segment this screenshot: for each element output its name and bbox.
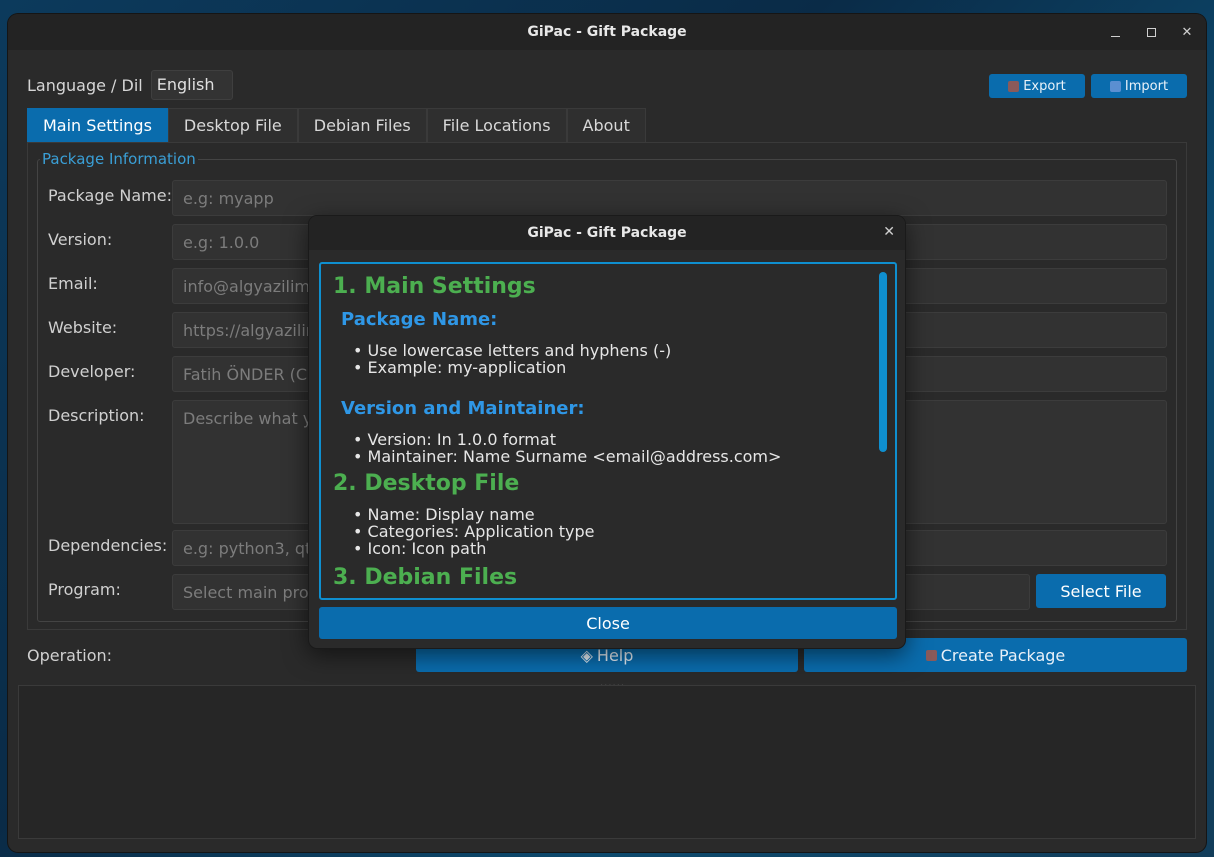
select-file-button[interactable]: Select File [1036,574,1166,608]
tab-debian-files[interactable]: Debian Files [297,108,427,142]
list-item: Example: my-application [353,359,883,376]
minimize-button[interactable] [1106,23,1124,41]
export-icon [1008,80,1020,92]
program-label: Program: [48,580,121,599]
list-item: Version: In 1.0.0 format [353,431,883,448]
dialog-title: GiPac - Gift Package [527,225,687,241]
list-item: Categories: Application type [353,523,883,540]
create-package-label: Create Package [940,645,1066,665]
tab-main-settings[interactable]: Main Settings [27,108,168,142]
package-name-row: Package Name: e.g: myapp [48,180,1167,216]
help-text-area[interactable]: 1. Main Settings Package Name: Use lower… [319,262,897,600]
language-label: Language / Dil [27,75,143,95]
tab-desktop-file[interactable]: Desktop File [167,108,298,142]
section-heading: 3. Debian Files [333,565,518,590]
description-label: Description: [48,406,145,425]
subsection-heading: Package Name: [341,309,498,330]
export-label: Export [1023,78,1066,94]
group-title: Package Information [40,150,198,168]
package-name-input[interactable]: e.g: myapp [172,180,1167,216]
list-item: Name: Display name [353,506,883,523]
tab-bar: Main Settings Desktop File Debian Files … [27,108,646,142]
dialog-title-bar: GiPac - Gift Package ✕ [309,216,905,250]
operation-log[interactable] [18,685,1196,839]
maximize-button[interactable] [1142,23,1160,41]
close-button[interactable]: Close [319,607,897,639]
bullet-list: Name: Display name Categories: Applicati… [353,506,883,557]
website-label: Website: [48,318,118,337]
window-title: GiPac - Gift Package [527,24,687,40]
bullet-list: Use lowercase letters and hyphens (-) Ex… [353,342,883,376]
developer-label: Developer: [48,362,136,381]
package-name-label: Package Name: [48,186,172,205]
title-bar: GiPac - Gift Package ✕ [8,14,1206,50]
section-heading: 2. Desktop File [333,471,520,496]
email-label: Email: [48,274,98,293]
list-item: Use lowercase letters and hyphens (-) [353,342,883,359]
bullet-list: Version: In 1.0.0 format Maintainer: Nam… [353,431,883,465]
scrollbar[interactable] [879,272,887,452]
list-item: Icon: Icon path [353,540,883,557]
import-button[interactable]: Import [1091,74,1187,98]
close-icon: ✕ [1181,24,1193,40]
dependencies-label: Dependencies: [48,536,168,555]
import-label: Import [1124,78,1169,94]
tab-file-locations[interactable]: File Locations [426,108,567,142]
close-window-button[interactable]: ✕ [1178,23,1196,41]
subsection-heading: Version and Maintainer: [341,398,585,419]
maximize-icon [1146,27,1156,37]
package-icon [925,649,937,661]
language-row: Language / Dil English [27,70,233,100]
export-button[interactable]: Export [989,74,1085,98]
language-select[interactable]: English [150,70,233,100]
window-controls: ✕ [1106,14,1196,50]
version-label: Version: [48,230,113,249]
folder-icon [1109,80,1121,92]
help-dialog: GiPac - Gift Package ✕ 1. Main Settings … [308,215,906,649]
dialog-close-icon[interactable]: ✕ [883,224,895,240]
section-heading: 1. Main Settings [333,274,536,299]
top-buttons: Export Import [989,74,1187,98]
list-item: Maintainer: Name Surname <email@address.… [353,448,883,465]
operation-label: Operation: [27,646,113,665]
tab-about[interactable]: About [566,108,646,142]
minimize-icon [1110,35,1120,37]
